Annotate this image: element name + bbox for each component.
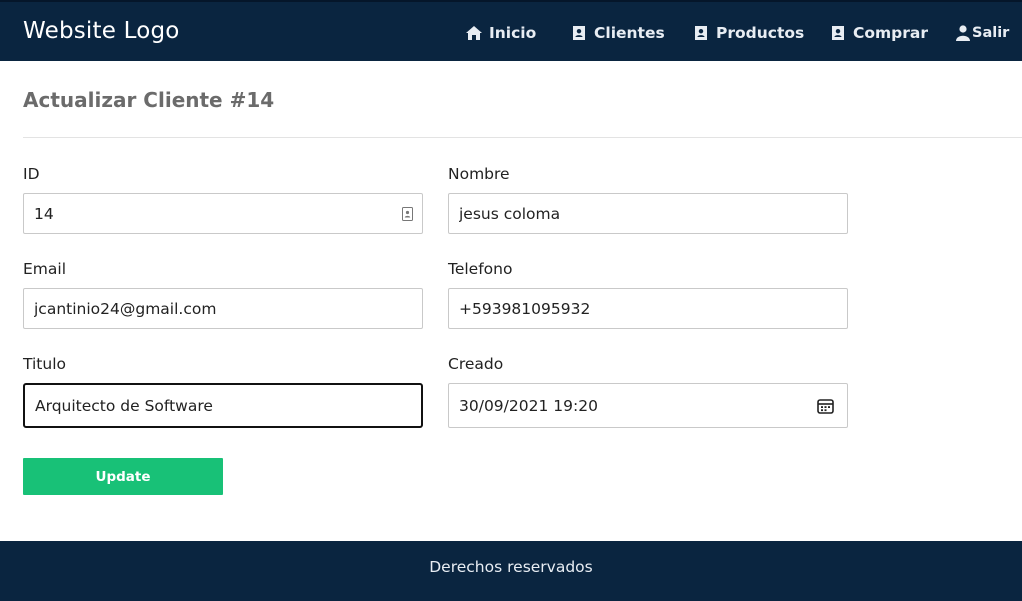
nav-item-label: Salir — [972, 25, 1010, 41]
website-logo[interactable]: Website Logo — [23, 18, 180, 44]
contact-card-icon — [402, 206, 413, 221]
nav-item-label: Clientes — [594, 24, 665, 42]
address-book-icon — [832, 26, 844, 40]
address-book-icon — [695, 26, 707, 40]
nombre-label: Nombre — [448, 165, 510, 183]
divider — [23, 137, 1022, 138]
titulo-field[interactable] — [23, 383, 423, 428]
telefono-field[interactable] — [448, 288, 848, 329]
nav-item-label: Comprar — [853, 24, 929, 42]
nav-item-productos[interactable]: Productos — [692, 22, 804, 44]
nav-item-inicio[interactable]: Inicio — [465, 22, 536, 44]
email-label: Email — [23, 260, 67, 278]
nombre-field[interactable] — [448, 193, 848, 234]
address-book-icon — [573, 26, 585, 40]
id-field-wrapper — [23, 193, 423, 234]
home-icon — [466, 26, 482, 40]
id-label: ID — [23, 165, 40, 183]
creado-datetime-field[interactable] — [448, 383, 848, 428]
top-navbar: Website Logo Inicio Clientes Productos C… — [0, 0, 1022, 61]
user-icon — [956, 25, 970, 41]
footer-text: Derechos reservados — [429, 558, 593, 576]
nav-item-label: Productos — [716, 24, 805, 42]
nav-item-comprar[interactable]: Comprar — [829, 22, 928, 44]
titulo-label: Titulo — [23, 355, 66, 373]
page-title: Actualizar Cliente #14 — [23, 88, 275, 112]
nav-item-clientes[interactable]: Clientes — [570, 22, 665, 44]
nav-item-label: Inicio — [489, 24, 537, 42]
footer: Derechos reservados — [0, 541, 1022, 601]
update-button[interactable]: Update — [23, 458, 223, 495]
creado-label: Creado — [448, 355, 504, 373]
id-field[interactable] — [23, 193, 423, 234]
nav-item-salir[interactable]: Salir — [956, 22, 1009, 44]
calendar-icon[interactable] — [817, 398, 834, 414]
telefono-label: Telefono — [448, 260, 513, 278]
creado-field-wrapper — [448, 383, 848, 428]
email-field[interactable] — [23, 288, 423, 329]
